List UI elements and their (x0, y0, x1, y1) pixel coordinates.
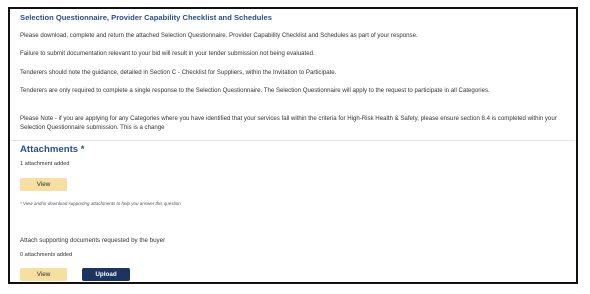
instruction-high-risk-note: Please Note - if you are applying for an… (20, 115, 557, 132)
attachments-title: Attachments * (20, 144, 85, 155)
instruction-single-response: Tenderers are only required to complete … (20, 87, 490, 94)
view-buyer-documents-button[interactable]: View (20, 268, 67, 281)
instruction-guidance: Tenderers should note the guidance, deta… (20, 69, 337, 76)
instruction-download: Please download, complete and return the… (20, 32, 418, 39)
buyer-documents-label: Attach supporting documents requested by… (20, 237, 166, 244)
attachment-count: 1 attachment added (20, 161, 70, 167)
question-panel: Selection Questionnaire, Provider Capabi… (8, 7, 578, 284)
view-attachments-button[interactable]: View (20, 178, 67, 191)
upload-button[interactable]: Upload (82, 268, 130, 281)
questionnaire-section: Selection Questionnaire, Provider Capabi… (11, 10, 575, 141)
instruction-failure-warning: Failure to submit documentation relevant… (20, 50, 315, 57)
questionnaire-title: Selection Questionnaire, Provider Capabi… (20, 13, 272, 22)
buyer-documents-count: 0 attachments added (20, 252, 73, 258)
attachments-help-text: * View and/or download supporting attach… (20, 201, 181, 206)
attachments-section: Attachments * 1 attachment added View * … (11, 141, 575, 281)
